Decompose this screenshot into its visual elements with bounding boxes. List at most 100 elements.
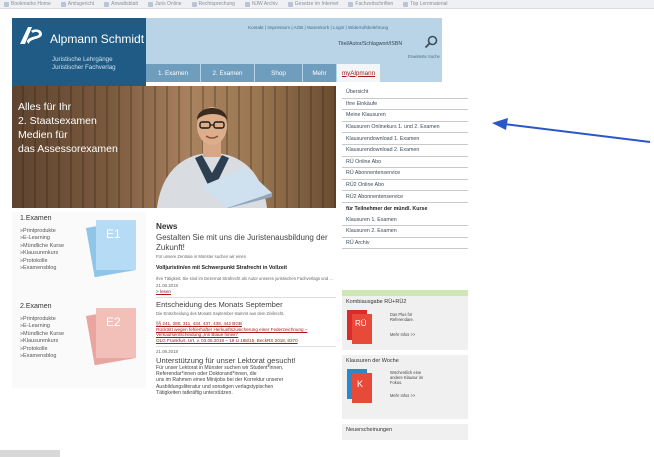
book-e1-icon: E1	[85, 220, 137, 278]
link-protokolle[interactable]: »Protokolle	[20, 346, 64, 353]
search-icon[interactable]	[423, 34, 439, 50]
news-item-highlight[interactable]: Volljuristin/en mit Schwerpunkt Strafrec…	[156, 265, 336, 271]
divider	[156, 345, 336, 347]
news-item-title[interactable]: Gestalten Sie mit uns die Juristenausbil…	[156, 233, 336, 252]
logo-tagline: Juristischer Fachverlag	[52, 64, 116, 71]
nav-item-shop[interactable]: Shop	[255, 64, 302, 82]
examen-1-block: 1.Examen »Printprodukte »E-Learning »Mün…	[12, 212, 146, 300]
promo-title: Klausuren der Woche	[346, 358, 399, 364]
svg-text:E1: E1	[106, 227, 121, 241]
news-item-reference[interactable]: §§ 241, 280, 311, 434, 437, 438, 442 BGB	[156, 321, 336, 326]
search-input[interactable]	[338, 39, 414, 49]
menu-item-ru2-service[interactable]: RÜ2 Abonnentenservice	[342, 191, 468, 203]
link-klausurenkurs[interactable]: »Klausurenkurs	[20, 338, 64, 345]
menu-item-klausuren-1[interactable]: Klausuren 1. Examen	[342, 215, 468, 227]
menu-section-heading: für Teilnehmer der mündl. Kurse	[346, 205, 428, 212]
promo-klausuren-woche[interactable]: Klausuren der Woche K Wöchentlich eine a…	[342, 355, 468, 419]
logo-name: Alpmann Schmidt	[50, 32, 145, 46]
bookmark-item[interactable]: Juris Online	[148, 1, 182, 7]
link-printprodukte[interactable]: »Printprodukte	[20, 228, 64, 235]
link-protokolle[interactable]: »Protokolle	[20, 258, 64, 265]
annotation-arrow-icon	[492, 118, 651, 143]
news-section: News Gestalten Sie mit uns die Juristena…	[156, 222, 336, 397]
examen-2-title[interactable]: 2.Examen	[20, 303, 52, 310]
divider	[156, 297, 336, 299]
book-e2-icon: E2	[85, 308, 137, 366]
bookmark-icon	[348, 1, 354, 7]
link-muendliche-kurse[interactable]: »Mündliche Kurse	[20, 243, 64, 250]
link-muendliche-kurse[interactable]: »Mündliche Kurse	[20, 331, 64, 338]
promo-more-link[interactable]: Mehr Infos >>	[390, 332, 415, 337]
promo-more-link[interactable]: Mehr Infos >>	[390, 393, 415, 398]
read-more-link[interactable]: > lesen	[156, 289, 336, 294]
bookmark-item[interactable]: Bookmarks Home	[4, 1, 51, 7]
logo-tagline: Juristische Lehrgänge	[52, 56, 113, 63]
promo-title: Kombiausgabe RÜ+RÜ2	[346, 299, 407, 305]
news-item-reference[interactable]: OLG Frankfurt, Urt. v. 03.05.2018 – 19 U…	[156, 338, 336, 343]
bookmark-icon	[148, 1, 154, 7]
bookmark-icon	[104, 1, 110, 7]
bookmarks-bar: Bookmarks Home Amtsgericht Anwaltsblatt …	[0, 0, 654, 9]
news-item-body: Für unser Lektorat in Münster suchen wir…	[156, 364, 284, 397]
menu-item-download-2[interactable]: Klausurendownload 2. Examen	[342, 145, 468, 157]
news-item-title[interactable]: Unterstützung für unser Lektorat gesucht…	[156, 356, 336, 365]
bookmark-item[interactable]: Amtsgericht	[60, 1, 94, 7]
bookmark-icon	[60, 1, 66, 7]
nav-item-mehr[interactable]: Mehr	[303, 64, 336, 82]
news-heading: News	[156, 222, 178, 231]
menu-item-ru-online[interactable]: RÜ Online Abo	[342, 157, 468, 169]
bookmark-item[interactable]: Fachzeitschriften	[348, 1, 393, 7]
nav-item-myalpmann[interactable]: myAlpmann	[337, 64, 380, 82]
bookmark-item[interactable]: Rechtsprechung	[191, 1, 235, 7]
menu-item-ru-archiv[interactable]: RÜ Archiv	[342, 238, 468, 250]
bookmark-item[interactable]: Anwaltsblatt	[104, 1, 138, 7]
svg-text:RÜ: RÜ	[355, 319, 367, 328]
menu-item-einkaeufe[interactable]: Ihre Einkäufe	[342, 99, 468, 111]
menu-item-meine-klausuren[interactable]: Meine Klausuren	[342, 110, 468, 122]
bookmark-icon	[244, 1, 250, 7]
menu-item-ru2-online[interactable]: RÜ2 Online Abo	[342, 180, 468, 192]
menu-item-onlinekurs[interactable]: Klausuren Onlinekurs 1. und 2. Examen	[342, 122, 468, 134]
hero-banner[interactable]: Alles für Ihr 2. Staatsexamen Medien für…	[12, 86, 336, 208]
advanced-search-link[interactable]: Erweiterte Suche	[408, 54, 440, 59]
promo-text: Wöchentlich eine andere Klausur im Fokus…	[390, 370, 424, 385]
promo-kombiausgabe[interactable]: Kombiausgabe RÜ+RÜ2 RÜ Das Plus für Refe…	[342, 290, 468, 350]
news-item-description: Ihre Tätigkeit: Sie sind im Dezernat Str…	[156, 276, 333, 282]
link-printprodukte[interactable]: »Printprodukte	[20, 316, 64, 323]
promo-neuerscheinungen[interactable]: Neuerscheinungen	[342, 424, 468, 440]
bottom-scroll-stub	[0, 450, 60, 457]
nav-item-1-examen[interactable]: 1. Examen	[146, 64, 200, 82]
examen-2-block: 2.Examen »Printprodukte »E-Learning »Mün…	[12, 300, 146, 388]
link-examensblog[interactable]: »Examensblog	[20, 265, 64, 272]
book-k-icon: K	[347, 369, 372, 403]
bookmark-item[interactable]: Gesetze im Internet	[287, 1, 338, 7]
news-item-subtitle: Die Entscheidung des Monats September st…	[156, 311, 285, 317]
promo-text: Das Plus für Referendare.	[390, 312, 414, 322]
bookmark-item[interactable]: NJW Archiv	[244, 1, 278, 7]
examen-1-title[interactable]: 1.Examen	[20, 215, 52, 222]
news-item-reference[interactable]: Rücktritt wegen fehlerhafter Herkunftszu…	[156, 327, 336, 337]
menu-item-download-1[interactable]: Klausurendownload 1. Examen	[342, 133, 468, 145]
svg-text:K: K	[357, 379, 363, 389]
menu-item-ru-service[interactable]: RÜ Abonnentenservice	[342, 168, 468, 180]
news-item-title[interactable]: Entscheidung des Monats September	[156, 300, 336, 309]
site-logo[interactable]: Alpmann Schmidt Juristische Lehrgänge Ju…	[12, 18, 146, 86]
nav-item-2-examen[interactable]: 2. Examen	[201, 64, 254, 82]
examen-2-links: »Printprodukte »E-Learning »Mündliche Ku…	[20, 316, 64, 360]
link-klausurenkurs[interactable]: »Klausurenkurs	[20, 250, 64, 257]
bookmark-icon	[287, 1, 293, 7]
examen-1-links: »Printprodukte »E-Learning »Mündliche Ku…	[20, 228, 64, 272]
menu-item-uebersicht[interactable]: Übersicht	[342, 87, 468, 99]
link-examensblog[interactable]: »Examensblog	[20, 353, 64, 360]
left-column: 1.Examen »Printprodukte »E-Learning »Mün…	[12, 212, 146, 388]
top-links[interactable]: Kontakt | Impressum | AGB | Warenkorb | …	[248, 25, 388, 30]
link-e-learning[interactable]: »E-Learning	[20, 235, 64, 242]
bookmark-item[interactable]: Top Lernmaterial	[403, 1, 447, 7]
news-item-date: 21.08.2018	[156, 283, 178, 289]
menu-item-klausuren-2[interactable]: Klausuren 2. Examen	[342, 226, 468, 238]
main-nav: 1. Examen 2. Examen Shop Mehr myAlpmann	[146, 64, 442, 82]
bookmark-icon	[191, 1, 197, 7]
news-item-date: 21.08.2018	[156, 348, 178, 354]
link-e-learning[interactable]: »E-Learning	[20, 323, 64, 330]
promo-title: Neuerscheinungen	[346, 427, 393, 433]
